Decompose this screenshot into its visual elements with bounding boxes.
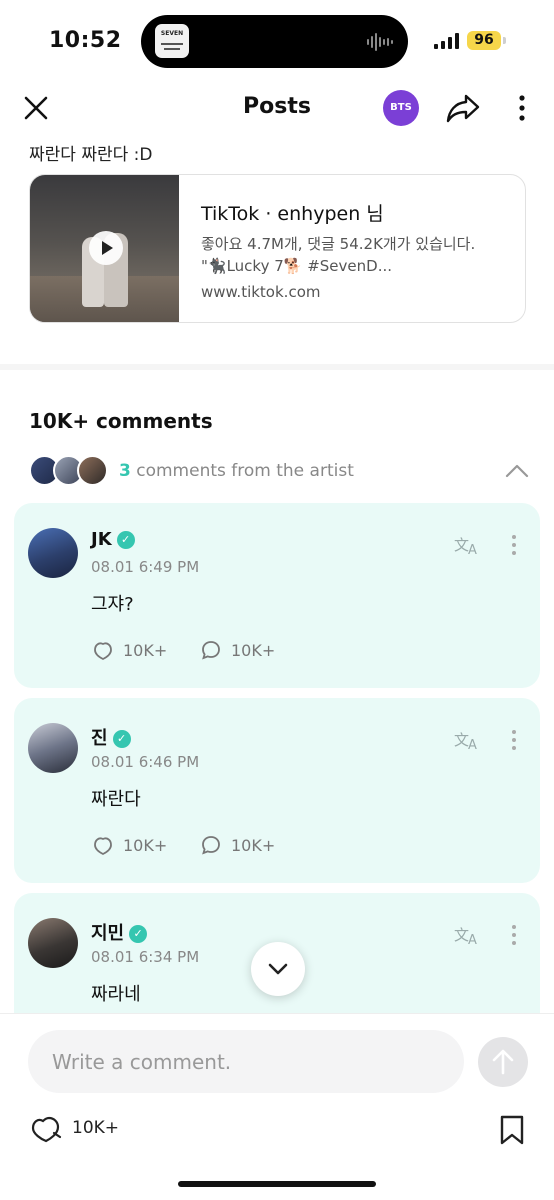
svg-text:文: 文	[454, 926, 469, 944]
comment-more-icon[interactable]	[506, 923, 522, 947]
comment-time: 08.01 6:49 PM	[91, 558, 200, 576]
comment-card: 진 ✓ 08.01 6:46 PM 짜란다 文 A 10K+ 10K+	[14, 698, 540, 883]
top-navigation: Posts BTS	[0, 84, 554, 130]
svg-text:A: A	[468, 738, 477, 752]
comment-input[interactable]	[28, 1030, 464, 1093]
like-icon[interactable]	[91, 833, 115, 857]
comment-composer-bar: 10K+	[0, 1013, 554, 1200]
section-divider	[0, 364, 554, 370]
battery-indicator: 96	[467, 31, 501, 50]
verified-badge-icon: ✓	[129, 925, 148, 943]
link-url: www.tiktok.com	[201, 283, 321, 301]
svg-text:A: A	[468, 933, 477, 947]
reply-icon[interactable]	[199, 833, 223, 857]
artist-comments-count: 3	[119, 461, 131, 481]
video-thumbnail	[30, 175, 179, 322]
comment-more-icon[interactable]	[506, 533, 522, 557]
comments-count: 10K+ comments	[29, 409, 213, 433]
link-preview-card[interactable]: TikTok · enhypen 님 좋아요 4.7M개, 댓글 54.2K개가…	[29, 174, 526, 323]
comment-author[interactable]: JK ✓	[91, 529, 135, 550]
play-icon	[89, 231, 123, 265]
like-icon[interactable]	[28, 1113, 64, 1145]
svg-text:A: A	[468, 543, 477, 557]
artist-community-badge[interactable]: BTS	[383, 90, 419, 126]
comment-body: 짜란다	[91, 789, 141, 810]
verified-badge-icon: ✓	[112, 730, 131, 748]
comment-more-icon[interactable]	[506, 728, 522, 752]
comment-time: 08.01 6:34 PM	[91, 948, 200, 966]
chevron-up-icon[interactable]	[503, 459, 531, 483]
battery-tip	[503, 37, 506, 44]
like-count: 10K+	[123, 836, 168, 855]
scroll-down-chevron-icon[interactable]	[251, 942, 305, 996]
comment-author[interactable]: 진 ✓	[91, 724, 131, 750]
link-description: 좋아요 4.7M개, 댓글 54.2K개가 있습니다. "🐈‍⬛Lucky 7🐕…	[201, 235, 476, 275]
now-playing-artwork: SEVEN	[155, 24, 189, 58]
post-like-count: 10K+	[72, 1118, 120, 1138]
reply-icon[interactable]	[199, 638, 223, 662]
avatar[interactable]	[28, 918, 78, 968]
status-bar: 10:52 SEVEN 96	[0, 0, 554, 84]
translate-icon[interactable]: 文 A	[454, 533, 482, 557]
comment-author[interactable]: 지민 ✓	[91, 919, 148, 945]
comment-body: 그쟈?	[91, 594, 134, 615]
signal-bars-icon	[434, 33, 459, 49]
artist-comments-toggle[interactable]: 3 comments from the artist	[29, 455, 529, 487]
translate-icon[interactable]: 文 A	[454, 923, 482, 947]
like-count: 10K+	[123, 641, 168, 660]
reply-count: 10K+	[231, 836, 276, 855]
send-arrow-icon[interactable]	[478, 1037, 528, 1087]
reply-count: 10K+	[231, 641, 276, 660]
artist-comments-label: 3 comments from the artist	[119, 461, 354, 481]
post-text: 짜란다 짜란다 :D	[29, 145, 153, 165]
translate-icon[interactable]: 文 A	[454, 728, 482, 752]
share-icon[interactable]	[444, 90, 482, 126]
avatar[interactable]	[28, 723, 78, 773]
svg-text:文: 文	[454, 731, 469, 749]
like-icon[interactable]	[91, 638, 115, 662]
home-indicator	[178, 1181, 376, 1187]
audio-waveform-icon	[367, 33, 393, 51]
link-title: TikTok · enhypen 님	[201, 203, 384, 225]
more-vertical-icon[interactable]	[510, 92, 534, 124]
now-playing-art-text: SEVEN	[160, 30, 184, 37]
avatar[interactable]	[28, 528, 78, 578]
dynamic-island[interactable]: SEVEN	[141, 15, 408, 68]
status-time: 10:52	[49, 28, 122, 53]
comment-time: 08.01 6:46 PM	[91, 753, 200, 771]
comment-card: JK ✓ 08.01 6:49 PM 그쟈? 文 A 10K+ 10K+	[14, 503, 540, 688]
artist-avatar	[77, 455, 108, 486]
svg-text:文: 文	[454, 536, 469, 554]
bookmark-icon[interactable]	[498, 1114, 526, 1146]
verified-badge-icon: ✓	[116, 531, 135, 549]
comment-body: 짜라네	[91, 984, 141, 1005]
